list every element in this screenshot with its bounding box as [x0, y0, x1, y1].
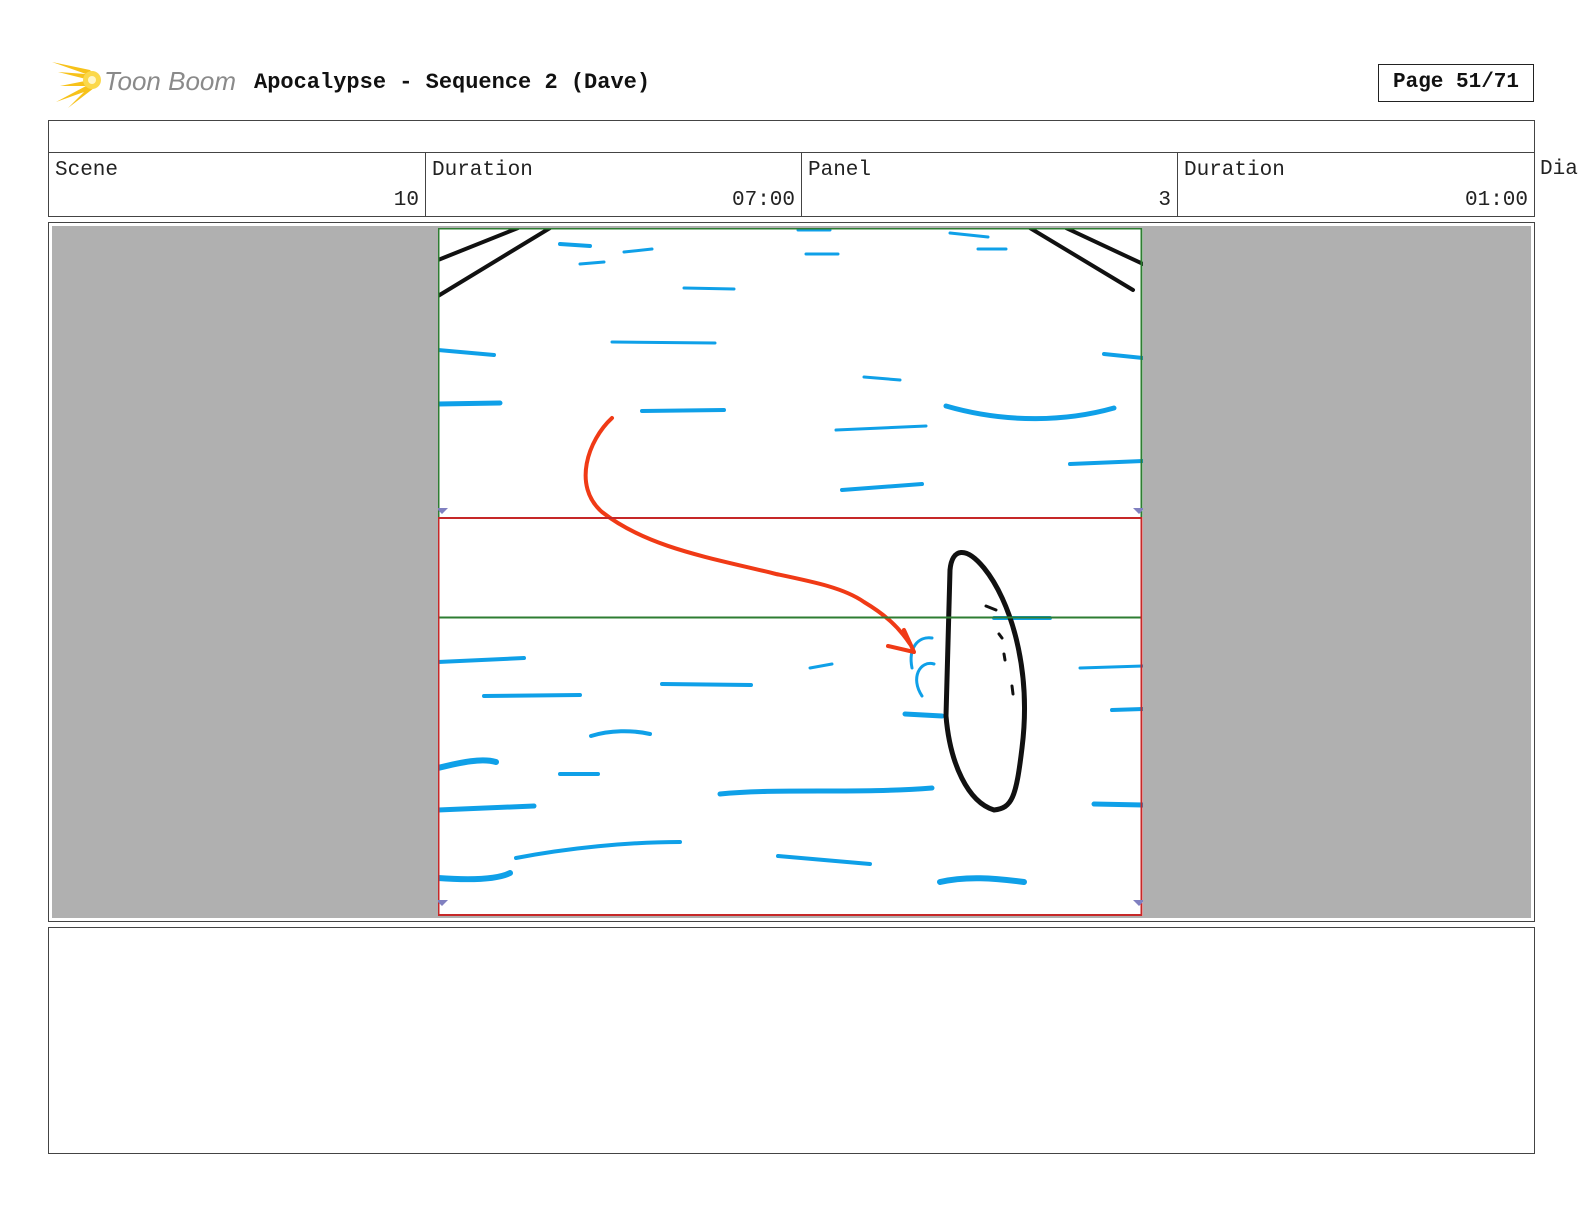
storyboard-drawing: [438, 228, 1143, 916]
header-bar: [48, 120, 1535, 153]
toon-boom-logo: Toon Boom: [50, 56, 240, 108]
panel-notes-area: [48, 927, 1535, 1154]
scene-value: 10: [393, 189, 419, 212]
panel-label: Panel: [808, 159, 872, 182]
scene-duration-cell: Duration 07:00: [426, 153, 802, 216]
motion-path-arrow: [583, 416, 912, 646]
scene-label: Scene: [55, 159, 119, 182]
scene-cell: Scene 10: [49, 153, 426, 216]
splash-strokes: [909, 636, 936, 698]
frame-corner-markers: [438, 508, 1143, 906]
scene-info-row: Scene 10 Duration 07:00 Panel 3 Duration…: [48, 152, 1535, 217]
panel-duration-cell: Duration 01:00: [1178, 153, 1534, 216]
scene-duration-label: Duration: [432, 159, 533, 182]
camera-frame-start: [438, 228, 1143, 619]
brand-text: Toon Boom: [104, 66, 236, 96]
dialog-label-cut-off: Dia: [1540, 158, 1578, 181]
panel-duration-value: 01:00: [1464, 189, 1528, 212]
panel-cell: Panel 3: [802, 153, 1178, 216]
panel-duration-label: Duration: [1184, 159, 1285, 182]
document-title: Apocalypse - Sequence 2 (Dave): [254, 70, 651, 95]
star-burst-icon: [52, 62, 101, 108]
panel-value: 3: [1158, 189, 1171, 212]
page-number: Page 51/71: [1378, 64, 1534, 102]
dock-edge-lines: [438, 228, 1143, 298]
water-strokes: [438, 228, 1143, 885]
fin-shape: [943, 550, 1027, 813]
scene-duration-value: 07:00: [731, 189, 795, 212]
storyboard-sketch: [438, 228, 1143, 916]
